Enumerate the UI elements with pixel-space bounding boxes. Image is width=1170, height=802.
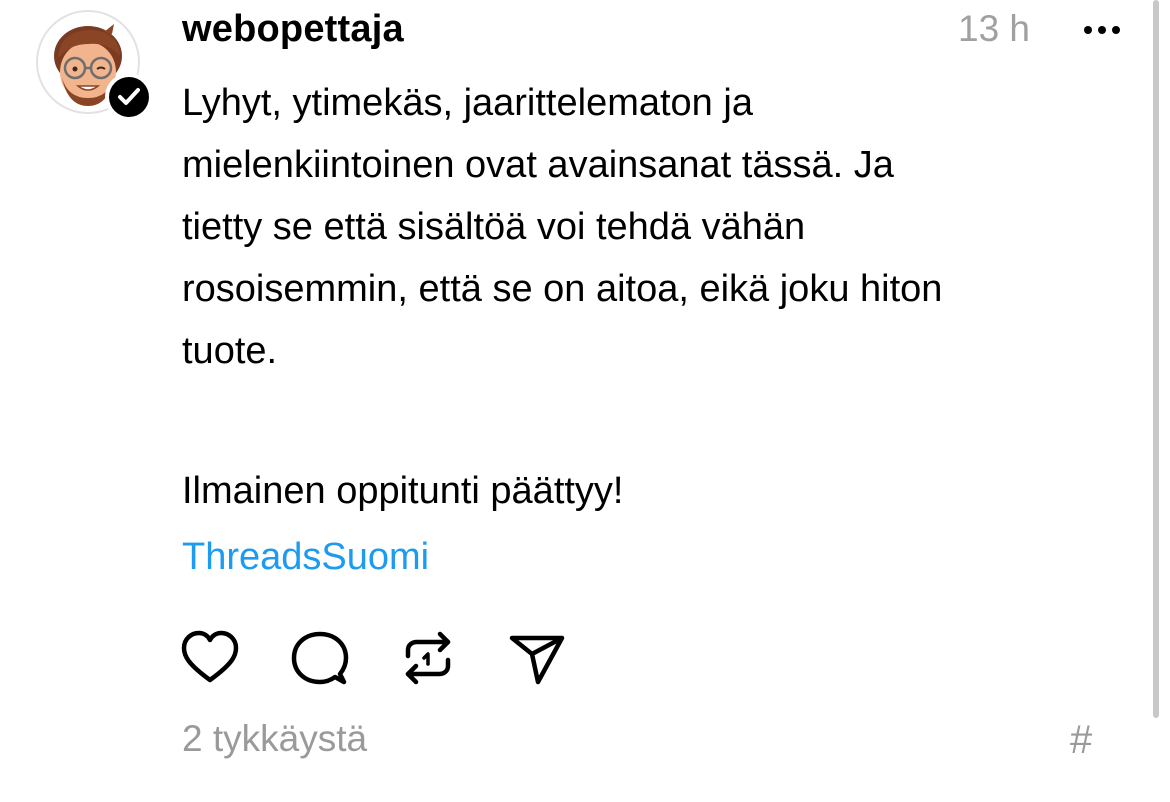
verified-check-icon — [104, 72, 154, 122]
more-dots-icon[interactable] — [1080, 20, 1124, 40]
comment-button[interactable] — [288, 626, 352, 690]
post-text-second-paragraph: Ilmainen oppitunti päättyy! — [182, 470, 624, 512]
avatar-container[interactable] — [36, 10, 153, 122]
post-time: 13 h — [958, 8, 1031, 49]
post-text: Lyhyt, ytimekäs, jaarittelematon ja miel… — [182, 82, 943, 372]
scrollbar[interactable] — [1153, 0, 1159, 718]
like-button[interactable] — [178, 626, 242, 690]
heart-icon — [181, 630, 239, 683]
thread-post: webopettaja 13 h Lyhyt, ytimekäs, jaarit… — [0, 0, 1170, 802]
share-button[interactable] — [504, 626, 568, 690]
send-icon — [509, 635, 565, 685]
like-count[interactable]: 2 tykkäystä — [182, 718, 367, 760]
comment-bubble-icon — [291, 631, 349, 685]
username[interactable]: webopettaja — [182, 8, 404, 51]
repost-icon — [405, 631, 451, 685]
hashtag-icon[interactable]: # — [1070, 718, 1092, 763]
topic-tag-link[interactable]: ThreadsSuomi — [182, 526, 429, 588]
repost-button[interactable] — [396, 626, 460, 690]
